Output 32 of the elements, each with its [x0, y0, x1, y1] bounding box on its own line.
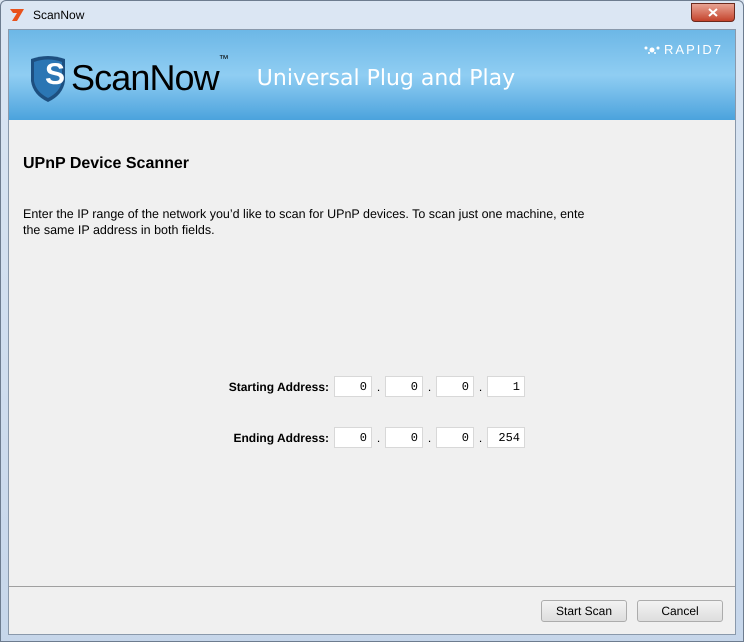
ip-octet-field[interactable]: 1 [487, 376, 525, 397]
description-text: Enter the IP range of the network you’d like to scan for UPnP devices. To scan just one machine, ente [23, 206, 586, 222]
ip-octet-field[interactable]: 0 [385, 427, 423, 448]
description-text: the same IP address in both fields. [23, 222, 216, 238]
separator-dot: . [426, 378, 432, 396]
trademark: ™ [218, 53, 229, 65]
app-icon [9, 8, 25, 22]
ip-octet-field[interactable]: 0 [385, 376, 423, 397]
separator-dot: . [478, 378, 484, 396]
product-name: ScanNow [71, 60, 219, 96]
banner-subtitle: Universal Plug and Play [256, 64, 516, 92]
shield-icon [29, 55, 67, 103]
separator-dot: . [478, 430, 484, 446]
window-title: ScanNow [33, 7, 84, 24]
ip-octet-field[interactable]: 254 [487, 427, 525, 448]
separator-dot: . [376, 430, 382, 446]
field-label: Ending Address: [232, 430, 330, 446]
dots-icon [644, 44, 660, 55]
separator-dot: . [426, 430, 432, 446]
ip-octet-field[interactable]: 0 [436, 376, 474, 397]
close-icon [708, 8, 718, 16]
dialog-button[interactable]: Start Scan [541, 600, 627, 622]
field-label: Starting Address: [228, 378, 330, 396]
section-heading: UPnP Device Scanner [23, 154, 190, 174]
brand-name: RAPID7 [664, 41, 723, 59]
close-button[interactable] [691, 2, 735, 22]
ip-octet-field[interactable]: 0 [334, 376, 372, 397]
ip-octet-field[interactable]: 0 [334, 427, 372, 448]
ip-octet-field[interactable]: 0 [436, 427, 474, 448]
logo-letter: S [45, 60, 66, 90]
separator-dot: . [376, 378, 382, 396]
dialog-button[interactable]: Cancel [637, 600, 723, 622]
